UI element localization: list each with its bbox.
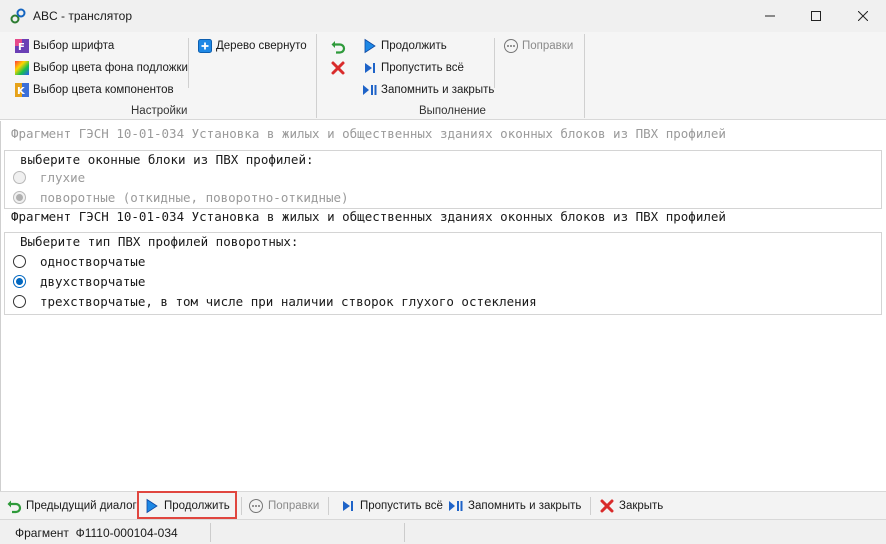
minimize-button[interactable]: [747, 0, 793, 32]
radio-blind[interactable]: [13, 171, 26, 184]
fragment-title-1: Фрагмент ГЭСН 10-01-034 Установка в жилы…: [11, 126, 726, 141]
option-single-sash-label: одностворчатые: [40, 254, 146, 269]
option-single-sash[interactable]: одностворчатые: [13, 254, 145, 269]
prev-dialog-button[interactable]: Предыдущий диалог: [6, 496, 137, 516]
window-title: ABC - транслятор: [33, 9, 133, 23]
corrections-ribbon-label: Поправки: [522, 40, 574, 52]
option-triple-sash-label: трехстворчатые, в том числе при наличии …: [40, 294, 537, 309]
close-window-button[interactable]: [840, 0, 886, 32]
toolbar-separator: [328, 497, 329, 515]
font-choice-button[interactable]: F Выбор шрифта: [14, 36, 114, 56]
continue-highlight: [137, 491, 237, 519]
ribbon: F Выбор шрифта Выбор цвета фона подложки…: [0, 32, 886, 120]
red-x-icon: [599, 498, 615, 514]
svg-text:K: K: [17, 86, 26, 97]
radio-rotary[interactable]: [13, 191, 26, 204]
close-label: Закрыть: [619, 500, 664, 512]
fragment-title-2: Фрагмент ГЭСН 10-01-034 Установка в жилы…: [11, 209, 726, 224]
skip-all-button[interactable]: Пропустить всё: [340, 496, 443, 516]
corrections-ribbon-button[interactable]: Поправки: [503, 36, 573, 56]
status-separator: [210, 523, 211, 542]
status-fragment-label: Фрагмент: [15, 526, 69, 540]
tree-expand-icon: [197, 38, 213, 54]
font-choice-label: Выбор шрифта: [33, 40, 115, 52]
play-pause-icon: [362, 82, 378, 98]
option-rotary-label: поворотные (откидные, поворотно-откидные…: [40, 190, 349, 205]
status-bar: Фрагмент Ф1110-000104-034: [0, 519, 886, 544]
status-separator: [404, 523, 405, 542]
corrections-label: Поправки: [268, 500, 320, 512]
tree-collapsed-label: Дерево свернуто: [216, 40, 307, 52]
red-x-icon: [330, 60, 346, 76]
status-fragment-code: Ф1110-000104-034: [75, 526, 178, 540]
bg-color-button[interactable]: Выбор цвета фона подложки: [14, 58, 188, 78]
play-pause-icon: [448, 498, 464, 514]
settings-group-label: Настройки: [131, 105, 188, 117]
ribbon-group-separator: [316, 34, 317, 118]
tree-collapsed-button[interactable]: Дерево свернуто: [197, 36, 307, 56]
pvc-profile-type-legend: Выберите тип ПВХ профилей поворотных:: [20, 234, 299, 249]
execution-group-label: Выполнение: [419, 105, 486, 117]
radio-double-sash[interactable]: [13, 275, 26, 288]
play-icon: [362, 38, 378, 54]
window-blocks-legend: выберите оконные блоки из ПВХ профилей:: [20, 152, 314, 167]
app-logo-icon: [10, 8, 26, 24]
component-color-button[interactable]: K Выбор цвета компонентов: [14, 80, 174, 100]
corrections-dots-icon: [248, 498, 264, 514]
undo-button[interactable]: [330, 36, 349, 56]
cancel-button[interactable]: [330, 58, 349, 78]
title-bar: ABC - транслятор: [0, 0, 886, 32]
back-arrow-icon: [6, 498, 22, 514]
window-blocks-group: выберите оконные блоки из ПВХ профилей: …: [4, 150, 882, 209]
undo-arrow-icon: [330, 38, 346, 54]
skip-all-ribbon-label: Пропустить всё: [381, 62, 464, 74]
skip-all-label: Пропустить всё: [360, 500, 443, 512]
skip-icon: [340, 498, 356, 514]
continue-ribbon-button[interactable]: Продолжить: [362, 36, 447, 56]
option-blind[interactable]: глухие: [13, 170, 85, 185]
radio-single-sash[interactable]: [13, 255, 26, 268]
toolbar-separator: [241, 497, 242, 515]
remember-close-button[interactable]: Запомнить и закрыть: [448, 496, 581, 516]
option-double-sash-label: двухстворчатые: [40, 274, 146, 289]
option-double-sash[interactable]: двухстворчатые: [13, 274, 145, 289]
svg-text:F: F: [18, 42, 25, 53]
palette-icon: [14, 60, 30, 76]
option-blind-label: глухие: [40, 170, 86, 185]
status-fragment: Фрагмент Ф1110-000104-034: [15, 526, 178, 540]
corrections-button[interactable]: Поправки: [248, 496, 319, 516]
skip-all-ribbon-button[interactable]: Пропустить всё: [362, 58, 464, 78]
close-button[interactable]: Закрыть: [599, 496, 663, 516]
ribbon-group-separator: [584, 34, 585, 118]
ribbon-separator: [494, 38, 495, 88]
option-triple-sash[interactable]: трехстворчатые, в том числе при наличии …: [13, 294, 537, 309]
component-color-icon: K: [14, 82, 30, 98]
maximize-button[interactable]: [793, 0, 839, 32]
pvc-profile-type-group: Выберите тип ПВХ профилей поворотных: од…: [4, 232, 882, 315]
dialog-content: Фрагмент ГЭСН 10-01-034 Установка в жилы…: [0, 121, 886, 491]
corrections-dots-icon: [503, 38, 519, 54]
prev-dialog-label: Предыдущий диалог: [26, 500, 137, 512]
radio-triple-sash[interactable]: [13, 295, 26, 308]
font-icon: F: [14, 38, 30, 54]
bg-color-label: Выбор цвета фона подложки: [33, 62, 188, 74]
option-rotary[interactable]: поворотные (откидные, поворотно-откидные…: [13, 190, 349, 205]
skip-icon: [362, 60, 378, 76]
remember-close-label: Запомнить и закрыть: [468, 500, 582, 512]
bottom-toolbar: Предыдущий диалог Продолжить Поправки Пр…: [0, 491, 886, 519]
ribbon-separator: [188, 38, 189, 88]
continue-ribbon-label: Продолжить: [381, 40, 447, 52]
remember-close-ribbon-label: Запомнить и закрыть: [381, 84, 495, 96]
remember-close-ribbon-button[interactable]: Запомнить и закрыть: [362, 80, 494, 100]
component-color-label: Выбор цвета компонентов: [33, 84, 174, 96]
toolbar-separator: [590, 497, 591, 515]
